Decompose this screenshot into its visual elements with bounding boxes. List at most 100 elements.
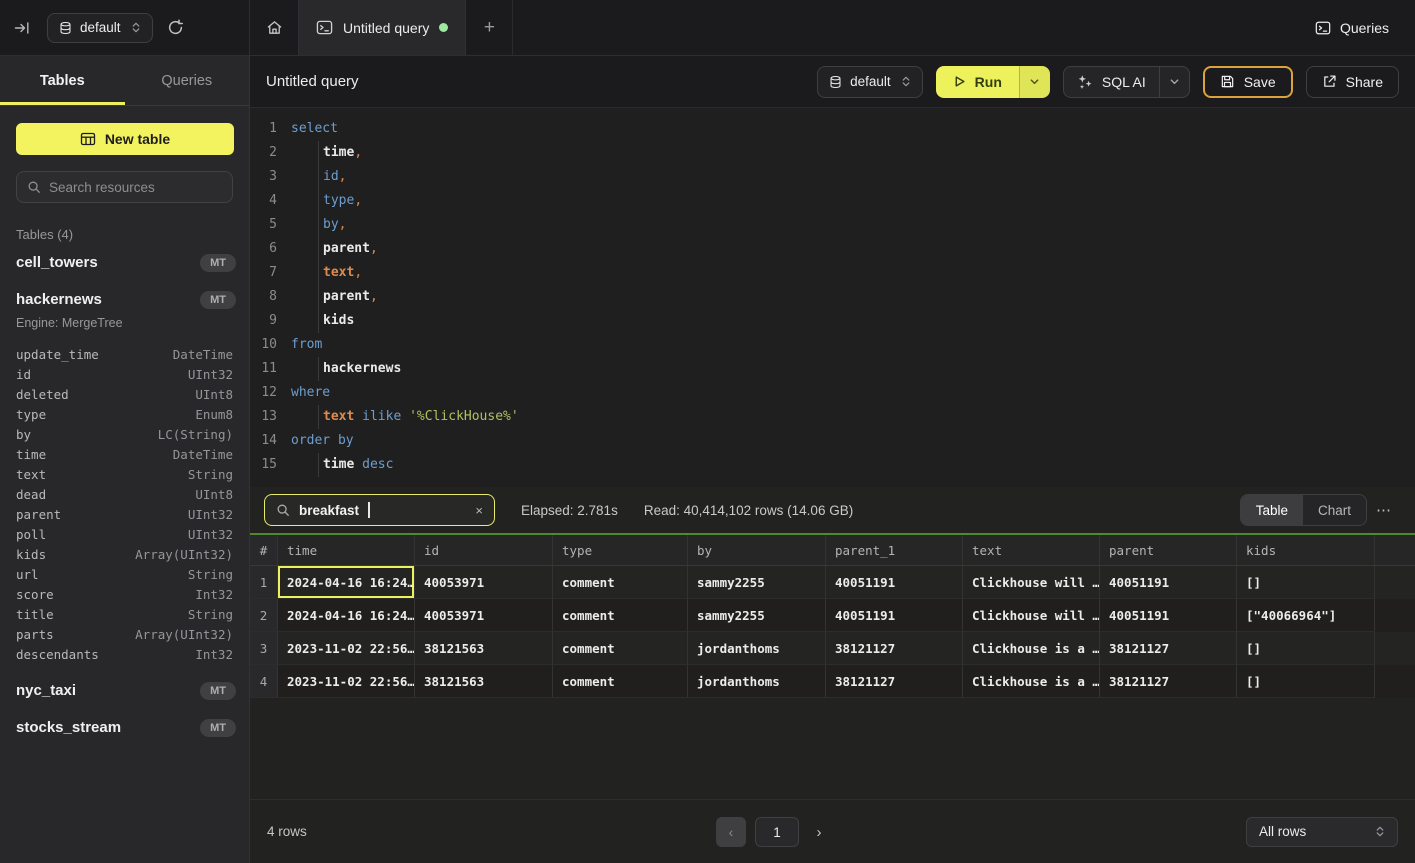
cell[interactable]: 40053971 bbox=[415, 566, 553, 599]
column-header-id[interactable]: id bbox=[415, 535, 553, 565]
indent-guide bbox=[291, 357, 319, 381]
more-options-button[interactable]: ⋯ bbox=[1367, 501, 1401, 519]
chevron-down-icon bbox=[1169, 76, 1180, 87]
new-tab-button[interactable]: + bbox=[466, 0, 512, 55]
row-number[interactable]: 3 bbox=[250, 632, 278, 665]
sidebar-item-nyc-taxi[interactable]: nyc_taxi MT bbox=[0, 674, 249, 707]
cell[interactable]: 38121127 bbox=[1100, 665, 1237, 698]
queries-button[interactable]: Queries bbox=[1315, 0, 1389, 55]
cell[interactable]: 40051191 bbox=[826, 566, 963, 599]
cell[interactable]: 38121563 bbox=[415, 632, 553, 665]
code-text: parent, bbox=[291, 237, 378, 261]
code-line: 7text, bbox=[250, 261, 1415, 285]
row-number[interactable]: 2 bbox=[250, 599, 278, 632]
cell[interactable]: 40051191 bbox=[826, 599, 963, 632]
tab-queries[interactable]: Queries bbox=[125, 56, 250, 105]
sidebar-collapse-button[interactable] bbox=[14, 20, 30, 36]
column-header-by[interactable]: by bbox=[688, 535, 826, 565]
home-button[interactable] bbox=[250, 0, 298, 55]
result-search-input[interactable]: breakfast × bbox=[264, 494, 495, 526]
next-page-button[interactable]: › bbox=[808, 824, 830, 841]
cell[interactable]: Clickhouse is a … bbox=[963, 665, 1100, 698]
cell[interactable]: comment bbox=[553, 665, 688, 698]
cell[interactable]: [] bbox=[1237, 632, 1375, 665]
save-button[interactable]: Save bbox=[1203, 66, 1293, 98]
code-text: where bbox=[291, 381, 330, 405]
cell[interactable]: comment bbox=[553, 566, 688, 599]
cell[interactable]: 2024-04-16 16:24… bbox=[278, 599, 415, 632]
toggle-chart[interactable]: Chart bbox=[1303, 495, 1366, 525]
cell[interactable]: comment bbox=[553, 632, 688, 665]
cell[interactable]: 2023-11-02 22:56… bbox=[278, 665, 415, 698]
sidebar-search[interactable] bbox=[16, 171, 233, 203]
tab-untitled-query[interactable]: Untitled query bbox=[298, 0, 466, 55]
run-options-button[interactable] bbox=[1019, 66, 1050, 98]
cell[interactable]: [] bbox=[1237, 566, 1375, 599]
sidebar-item-cell-towers[interactable]: cell_towers MT bbox=[0, 246, 249, 279]
cell[interactable]: Clickhouse will … bbox=[963, 566, 1100, 599]
code-text: time desc bbox=[291, 453, 393, 477]
cell[interactable]: ["40066964"] bbox=[1237, 599, 1375, 632]
cell[interactable]: jordanthoms bbox=[688, 632, 826, 665]
cell[interactable]: 38121127 bbox=[1100, 632, 1237, 665]
run-button[interactable]: Run bbox=[936, 66, 1019, 98]
cell[interactable]: [] bbox=[1237, 665, 1375, 698]
schema-column-row: deadUInt8 bbox=[16, 484, 233, 504]
results-panel: breakfast × Elapsed: 2.781s Read: 40,414… bbox=[250, 487, 1415, 863]
cell[interactable]: 40053971 bbox=[415, 599, 553, 632]
share-button[interactable]: Share bbox=[1306, 66, 1399, 98]
tab-tables[interactable]: Tables bbox=[0, 56, 125, 105]
prev-page-button[interactable]: ‹ bbox=[716, 817, 746, 847]
database-selector-toolbar[interactable]: default bbox=[817, 66, 923, 98]
clear-search-button[interactable]: × bbox=[475, 503, 483, 518]
column-header-kids[interactable]: kids bbox=[1237, 535, 1375, 565]
column-header-text[interactable]: text bbox=[963, 535, 1100, 565]
sidebar-search-input[interactable] bbox=[49, 180, 226, 195]
sql-ai-button[interactable]: SQL AI bbox=[1064, 67, 1159, 97]
page-size-select[interactable]: All rows bbox=[1246, 817, 1398, 847]
sql-editor[interactable]: 1select2time,3id,4type,5by,6parent,7text… bbox=[250, 108, 1415, 487]
token: select bbox=[291, 117, 338, 141]
sidebar-item-stocks-stream[interactable]: stocks_stream MT bbox=[0, 711, 249, 744]
code-line: 15time desc bbox=[250, 453, 1415, 477]
sql-ai-options-button[interactable] bbox=[1159, 67, 1189, 97]
cell[interactable]: 40051191 bbox=[1100, 566, 1237, 599]
cell[interactable]: 2023-11-02 22:56… bbox=[278, 632, 415, 665]
code-text: kids bbox=[291, 309, 354, 333]
sparkles-icon bbox=[1077, 74, 1093, 90]
column-header-time[interactable]: time bbox=[278, 535, 415, 565]
cell[interactable]: sammy2255 bbox=[688, 599, 826, 632]
indent-guide bbox=[291, 285, 319, 309]
elapsed-stat: Elapsed: 2.781s bbox=[521, 503, 618, 518]
column-header-parent[interactable]: parent bbox=[1100, 535, 1237, 565]
code-text: type, bbox=[291, 189, 362, 213]
cell[interactable]: 38121563 bbox=[415, 665, 553, 698]
selected-cell[interactable]: 2024-04-16 16:24… bbox=[278, 566, 415, 599]
row-number[interactable]: 4 bbox=[250, 665, 278, 698]
current-page-button[interactable]: 1 bbox=[755, 817, 799, 847]
cell[interactable]: Clickhouse is a … bbox=[963, 632, 1100, 665]
sidebar: Tables Queries New table Tables (4) cell… bbox=[0, 56, 250, 863]
column-header-type[interactable]: type bbox=[553, 535, 688, 565]
token: parent bbox=[323, 285, 370, 309]
cell[interactable]: Clickhouse will … bbox=[963, 599, 1100, 632]
cell[interactable]: jordanthoms bbox=[688, 665, 826, 698]
cell[interactable]: 38121127 bbox=[826, 665, 963, 698]
tabstrip-divider bbox=[512, 0, 513, 55]
cell[interactable]: 40051191 bbox=[1100, 599, 1237, 632]
row-number[interactable]: 1 bbox=[250, 566, 278, 599]
line-number: 4 bbox=[250, 189, 277, 213]
sql-ai-label: SQL AI bbox=[1102, 74, 1146, 90]
refresh-button[interactable] bbox=[167, 19, 184, 36]
new-table-button[interactable]: New table bbox=[16, 123, 234, 155]
cell[interactable]: sammy2255 bbox=[688, 566, 826, 599]
cell[interactable]: 38121127 bbox=[826, 632, 963, 665]
table-name: hackernews bbox=[16, 291, 102, 308]
line-number: 14 bbox=[250, 429, 277, 453]
cell[interactable]: comment bbox=[553, 599, 688, 632]
sidebar-item-hackernews[interactable]: hackernews MT bbox=[0, 283, 249, 316]
database-selector-topbar[interactable]: default bbox=[47, 13, 153, 43]
column-header-parent_1[interactable]: parent_1 bbox=[826, 535, 963, 565]
column-header-num[interactable]: # bbox=[250, 535, 278, 565]
toggle-table[interactable]: Table bbox=[1241, 495, 1303, 525]
